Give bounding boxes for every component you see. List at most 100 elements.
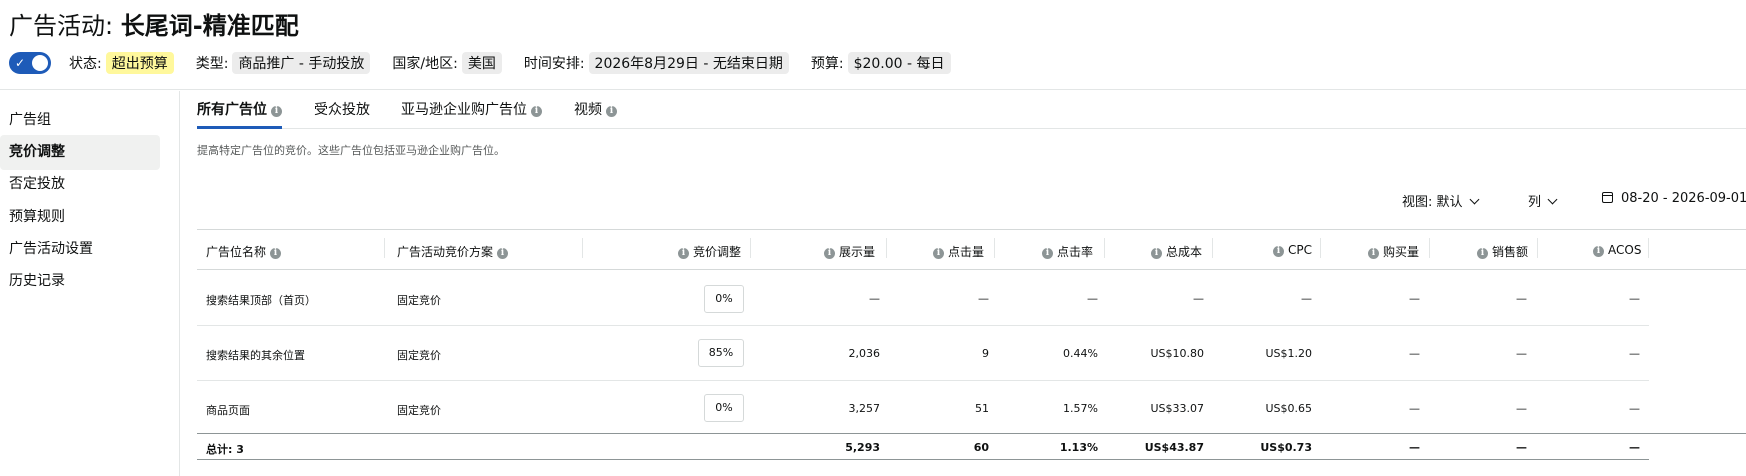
clicks-value: 51 [975, 402, 989, 415]
chevron-down-icon [1547, 194, 1558, 205]
placement-name: 搜索结果的其余位置 [206, 349, 305, 362]
purchases-value: — [1409, 292, 1420, 305]
view-label: 视图: [1402, 195, 1433, 210]
tab-label: 所有广告位 [197, 102, 267, 118]
sales-value: — [1516, 402, 1527, 415]
columns-selector[interactable]: 列 [1528, 191, 1558, 210]
view-value: 默认 [1436, 195, 1463, 210]
bid-strategy: 固定竞价 [397, 349, 441, 362]
toggle-knob [32, 55, 48, 71]
sales-value: — [1516, 347, 1527, 360]
info-icon[interactable]: i [1273, 246, 1284, 257]
total-acos: — [1629, 441, 1640, 454]
campaign-header: 广告活动: 长尾词-精准匹配 ✓ 状态: 超出预算 类型: 商品推广 - 手动投… [0, 0, 1746, 90]
date-range-picker[interactable]: 08-20 - 2026-09-01 [1602, 191, 1746, 206]
bid-strategy: 固定竞价 [397, 294, 441, 307]
info-icon[interactable]: i [933, 248, 944, 259]
column-header-placement[interactable]: 广告位名称 i [206, 243, 282, 260]
total-label: 总计: 3 [206, 443, 244, 456]
info-icon[interactable]: i [1477, 248, 1488, 259]
ctr-value: 1.57% [1063, 402, 1098, 415]
tab-video[interactable]: 视频 i [574, 99, 617, 129]
clicks-value: 9 [982, 347, 989, 360]
purchases-value: — [1409, 347, 1420, 360]
sidebar-item-campaign-settings[interactable]: 广告活动设置 [9, 232, 169, 267]
column-divider [1537, 238, 1538, 258]
column-header-ctr[interactable]: i 点击率 [1042, 243, 1093, 260]
acos-value: — [1629, 292, 1640, 305]
column-header-bid-strategy[interactable]: 广告活动竞价方案 i [397, 243, 509, 260]
cost-value: — [1193, 292, 1204, 305]
ctr-value: — [1087, 292, 1098, 305]
region-badge: 美国 [461, 52, 502, 74]
column-divider [1648, 238, 1649, 258]
date-range: 08-20 - 2026-09-01 [1621, 191, 1746, 206]
info-icon[interactable]: i [497, 248, 509, 259]
campaign-name: 长尾词-精准匹配 [120, 12, 299, 40]
region-label: 国家/地区: [392, 56, 458, 72]
total-sales: — [1516, 441, 1527, 454]
tab-label: 受众投放 [314, 102, 370, 118]
page-description: 提高特定广告位的竞价。这些广告位包括亚马逊企业购广告位。 [197, 144, 505, 157]
tab-audience-targeting[interactable]: 受众投放 [314, 99, 370, 129]
table-top-border [197, 229, 1746, 230]
page-title: 广告活动: 长尾词-精准匹配 [9, 6, 299, 41]
cpc-value: US$0.65 [1265, 402, 1312, 415]
total-divider [197, 433, 1746, 434]
table-header-border [197, 269, 1746, 270]
column-header-cpc[interactable]: i CPC [1273, 243, 1312, 257]
impressions-value: 3,257 [848, 402, 881, 415]
tab-all-placements[interactable]: 所有广告位 i [197, 99, 282, 129]
sidebar-item-bid-adjustments[interactable]: 竞价调整 [0, 135, 160, 170]
column-header-bid-adjustment[interactable]: i 竞价调整 [678, 243, 741, 260]
column-header-purchases[interactable]: i 购买量 [1368, 243, 1419, 260]
chevron-down-icon [1469, 194, 1479, 205]
tab-business-placements[interactable]: 亚马逊企业购广告位 i [401, 99, 542, 129]
info-icon[interactable]: i [1593, 246, 1604, 257]
info-icon[interactable]: i [1151, 248, 1162, 259]
placement-tabs: 所有广告位 i 受众投放 亚马逊企业购广告位 i 视频 i [197, 91, 1746, 129]
bid-adjustment-input[interactable]: 0% [704, 285, 744, 313]
bid-adjustment-input[interactable]: 85% [698, 339, 744, 367]
sidebar: 广告组 竞价调整 否定投放 预算规则 广告活动设置 历史记录 [0, 91, 180, 476]
column-header-sales[interactable]: i 销售额 [1477, 243, 1528, 260]
sales-value: — [1516, 292, 1527, 305]
column-header-acos[interactable]: i ACOS [1593, 243, 1641, 257]
row-divider [197, 380, 1649, 381]
column-divider [750, 238, 751, 258]
tab-label: 亚马逊企业购广告位 [401, 102, 527, 118]
total-purchases: — [1409, 441, 1420, 454]
ctr-value: 0.44% [1063, 347, 1098, 360]
cost-value: US$33.07 [1150, 402, 1204, 415]
column-header-clicks[interactable]: i 点击量 [933, 243, 984, 260]
sidebar-item-history[interactable]: 历史记录 [9, 264, 169, 299]
table-bottom-border [197, 459, 1649, 460]
sidebar-item-ad-groups[interactable]: 广告组 [9, 103, 169, 138]
info-icon[interactable]: i [1042, 248, 1053, 259]
info-icon[interactable]: i [1368, 248, 1379, 259]
sidebar-item-negative-targeting[interactable]: 否定投放 [9, 167, 169, 202]
campaign-toggle[interactable]: ✓ [9, 52, 51, 74]
bid-adjustment-input[interactable]: 0% [704, 394, 744, 422]
placement-name: 搜索结果顶部（首页） [206, 294, 316, 307]
total-cost: US$43.87 [1144, 441, 1204, 454]
info-icon[interactable]: i [270, 248, 282, 259]
purchases-value: — [1409, 402, 1420, 415]
total-impressions: 5,293 [845, 441, 880, 454]
column-header-total-cost[interactable]: i 总成本 [1151, 243, 1202, 260]
type-badge: 商品推广 - 手动投放 [232, 52, 371, 74]
info-icon[interactable]: i [678, 248, 689, 259]
columns-label: 列 [1528, 195, 1542, 210]
view-selector[interactable]: 视图: 默认 [1402, 191, 1479, 210]
campaign-meta: ✓ 状态: 超出预算 类型: 商品推广 - 手动投放 国家/地区: 美国 时间安… [9, 51, 973, 75]
info-icon[interactable]: i [824, 248, 835, 259]
info-icon[interactable]: i [531, 106, 542, 117]
column-header-impressions[interactable]: i 展示量 [824, 243, 875, 260]
info-icon[interactable]: i [271, 106, 282, 117]
info-icon[interactable]: i [606, 106, 617, 117]
budget-label: 预算: [810, 56, 844, 72]
tab-label: 视频 [574, 102, 602, 118]
sidebar-item-budget-rules[interactable]: 预算规则 [9, 200, 169, 235]
row-divider [197, 325, 1649, 326]
budget-badge: $20.00 - 每日 [847, 52, 951, 74]
